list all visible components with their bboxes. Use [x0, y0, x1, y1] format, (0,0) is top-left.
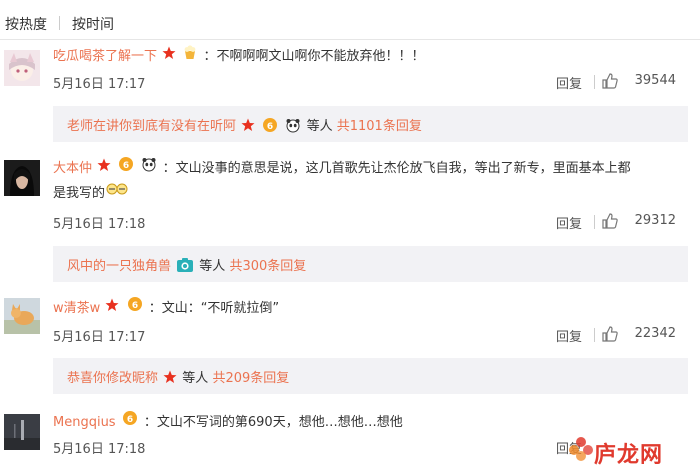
comment-content-continued: 是我写的 — [53, 186, 106, 201]
star-badge-icon — [162, 45, 176, 69]
avatar[interactable] — [4, 160, 40, 196]
svg-text:6: 6 — [131, 301, 137, 311]
glasses-emoji-icon — [106, 181, 128, 206]
sub-reply-others: 等人 — [306, 119, 333, 134]
divider — [0, 39, 700, 40]
popcorn-badge-icon — [182, 44, 198, 69]
sub-reply-count[interactable]: 共209条回复 — [212, 371, 289, 386]
sort-bar: 按热度 按时间 — [0, 0, 700, 40]
sub-reply-count[interactable]: 共300条回复 — [229, 259, 306, 274]
username[interactable]: Mengqius — [53, 415, 116, 430]
divider — [594, 328, 595, 342]
sub-reply-user[interactable]: 恭喜你修改昵称 — [67, 371, 158, 386]
sub-replies-box[interactable]: 老师在讲你到底有没有在听阿 6 等人 共1101条回复 — [53, 106, 688, 142]
comment-meta: 5月16日 17:17 回复 22342 — [53, 325, 676, 347]
comment-meta: 5月16日 17:17 回复 39544 — [53, 72, 676, 94]
sort-by-hot[interactable]: 按热度 — [5, 14, 47, 34]
like-count: 29312 — [634, 213, 676, 228]
comment-date: 5月16日 17:18 — [53, 217, 146, 232]
flower-logo-icon — [569, 437, 593, 461]
reply-button[interactable]: 回复 — [556, 213, 582, 232]
comment-content: ：不啊啊啊文山啊你不能放弃他！！！ — [203, 49, 425, 64]
panda-icon — [141, 156, 157, 181]
avatar[interactable] — [4, 414, 40, 450]
username[interactable]: 大本仲 — [53, 161, 92, 176]
comment-meta: 5月16日 17:18 回复 29312 — [53, 212, 676, 234]
sub-reply-others: 等人 — [182, 371, 209, 386]
comment-text: 大本仲 6 ：文山没事的意思是说，这几首歌先让杰伦放飞自我，等出了新专，里面基本… — [53, 156, 690, 206]
star-badge-icon — [163, 370, 177, 388]
star-badge-icon — [241, 118, 255, 136]
vip-badge-icon: 6 — [121, 410, 139, 435]
like-count: 22342 — [634, 326, 676, 341]
thumbs-up-icon[interactable] — [601, 325, 619, 347]
sort-by-time[interactable]: 按时间 — [72, 14, 114, 34]
sub-replies-box[interactable]: 恭喜你修改昵称 等人 共209条回复 — [53, 358, 688, 394]
vip-badge-icon: 6 — [117, 156, 135, 181]
panda-icon — [285, 117, 301, 137]
sub-replies-box[interactable]: 风中的一只独角兽 等人 共300条回复 — [53, 246, 688, 282]
svg-text:6: 6 — [267, 122, 273, 132]
comment-content: ：文山：“不听就拉倒” — [148, 301, 280, 316]
watermark-logo: 庐龙网 — [560, 429, 700, 469]
comment-content: ：文山不写词的第690天，想他…想他…想他 — [143, 415, 403, 430]
camera-badge-icon — [176, 257, 194, 277]
thumbs-up-icon[interactable] — [601, 212, 619, 234]
like-count: 39544 — [634, 73, 676, 88]
divider — [594, 215, 595, 229]
svg-text:6: 6 — [123, 161, 129, 171]
sub-reply-user[interactable]: 风中的一只独角兽 — [67, 259, 171, 274]
sub-reply-others: 等人 — [199, 259, 226, 274]
comment-content: ：文山没事的意思是说，这几首歌先让杰伦放飞自我，等出了新专，里面基本上都 — [162, 161, 631, 176]
svg-text:6: 6 — [127, 415, 133, 425]
reply-button[interactable]: 回复 — [556, 326, 582, 345]
comment-date: 5月16日 17:18 — [53, 442, 146, 457]
vip-badge-icon: 6 — [126, 296, 144, 321]
sub-reply-user[interactable]: 老师在讲你到底有没有在听阿 — [67, 119, 236, 134]
avatar[interactable] — [4, 50, 40, 86]
sub-reply-count[interactable]: 共1101条回复 — [337, 119, 422, 134]
comment-text: 吃瓜喝茶了解一下 ：不啊啊啊文山啊你不能放弃他！！！ — [53, 44, 690, 69]
star-badge-icon — [105, 297, 119, 321]
username[interactable]: w清茶w — [53, 301, 100, 316]
vip-badge-icon: 6 — [261, 117, 279, 137]
divider — [59, 16, 60, 30]
watermark-text: 庐龙网 — [594, 443, 664, 468]
star-badge-icon — [97, 157, 111, 181]
comment-text: w清茶w 6 ：文山：“不听就拉倒” — [53, 296, 690, 321]
comment-date: 5月16日 17:17 — [53, 330, 146, 345]
reply-button[interactable]: 回复 — [556, 73, 582, 92]
thumbs-up-icon[interactable] — [601, 72, 619, 94]
avatar[interactable] — [4, 298, 40, 334]
username[interactable]: 吃瓜喝茶了解一下 — [53, 49, 157, 64]
comment-date: 5月16日 17:17 — [53, 77, 146, 92]
divider — [594, 75, 595, 89]
